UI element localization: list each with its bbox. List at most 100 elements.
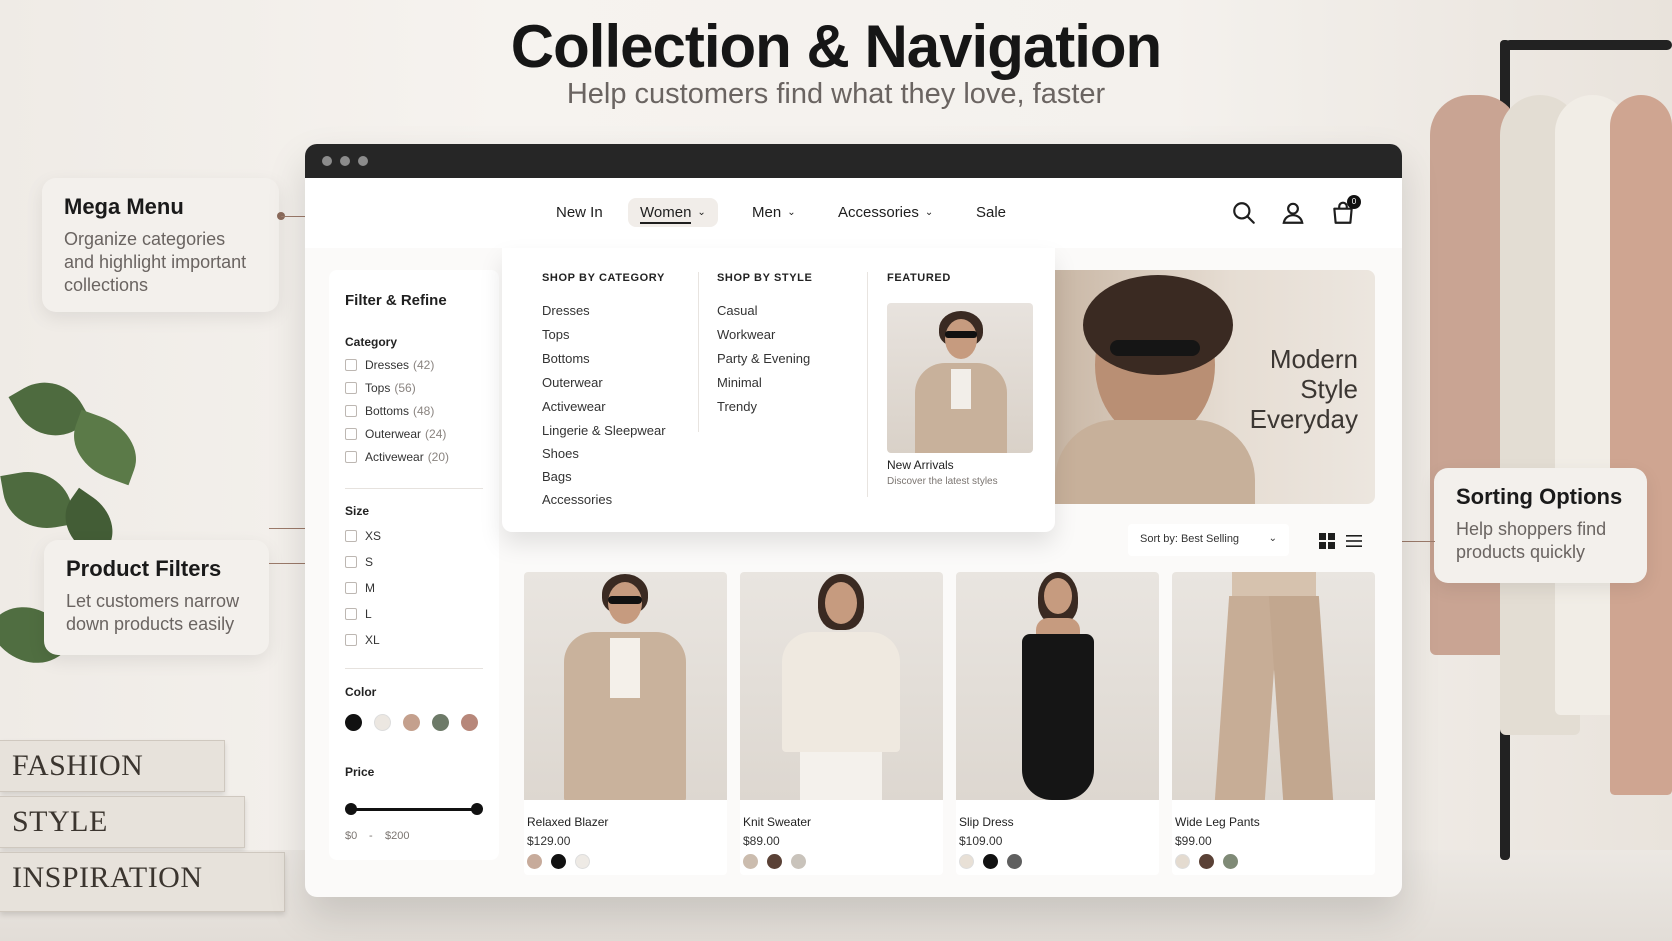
price-slider-track[interactable] <box>351 808 477 811</box>
checkbox[interactable] <box>345 451 357 463</box>
checkbox[interactable] <box>345 556 357 568</box>
window-dot[interactable] <box>322 156 332 166</box>
mega-menu-link[interactable]: Dresses <box>542 303 590 318</box>
product-color-swatch[interactable] <box>791 854 806 869</box>
checkbox[interactable] <box>345 582 357 594</box>
product-color-swatch[interactable] <box>1223 854 1238 869</box>
nav-item-accessories[interactable]: Accessories ⌄ <box>826 198 945 227</box>
price-slider-min-handle[interactable] <box>345 803 357 815</box>
filter-size-s[interactable]: S <box>345 555 373 569</box>
list-view-icon[interactable] <box>1345 532 1363 550</box>
color-swatch-black[interactable] <box>345 714 362 731</box>
nav-item-new-in[interactable]: New In <box>544 198 615 227</box>
mega-menu-link[interactable]: Trendy <box>717 399 757 414</box>
model-pants <box>800 752 882 800</box>
product-color-swatch[interactable] <box>1007 854 1022 869</box>
product-color-swatch[interactable] <box>551 854 566 869</box>
search-icon[interactable] <box>1231 200 1257 226</box>
color-swatch-rose[interactable] <box>461 714 478 731</box>
product-name[interactable]: Relaxed Blazer <box>527 815 608 829</box>
sort-select[interactable]: Sort by: Best Selling ⌄ <box>1128 524 1289 556</box>
price-slider-max-handle[interactable] <box>471 803 483 815</box>
banner-line: Everyday <box>1249 404 1358 434</box>
product-color-swatch[interactable] <box>1175 854 1190 869</box>
product-card[interactable]: Slip Dress $109.00 <box>956 572 1159 875</box>
product-price: $89.00 <box>743 834 780 848</box>
mega-menu-link[interactable]: Activewear <box>542 399 606 414</box>
window-dot[interactable] <box>358 156 368 166</box>
main-navigation: New In Women ⌄ Men ⌄ Accessories ⌄ Sale 0 <box>305 178 1402 248</box>
product-color-swatch[interactable] <box>575 854 590 869</box>
hero-banner[interactable]: Modern Style Everyday <box>1055 270 1375 504</box>
checkbox[interactable] <box>345 382 357 394</box>
mega-menu-link[interactable]: Workwear <box>717 327 775 342</box>
checkbox[interactable] <box>345 530 357 542</box>
product-color-swatch[interactable] <box>959 854 974 869</box>
filter-size-xs[interactable]: XS <box>345 529 381 543</box>
chevron-down-icon: ⌄ <box>697 207 706 218</box>
mega-menu-link[interactable]: Outerwear <box>542 375 603 390</box>
filter-option-tops[interactable]: Tops (56) <box>345 381 416 395</box>
callout-title: Sorting Options <box>1456 484 1623 509</box>
mega-menu-link[interactable]: Accessories <box>542 492 612 507</box>
nav-item-sale[interactable]: Sale <box>964 198 1018 227</box>
product-image[interactable] <box>1172 572 1375 800</box>
mega-menu-link[interactable]: Shoes <box>542 446 579 461</box>
grid-view-icon[interactable] <box>1318 532 1336 550</box>
product-name[interactable]: Slip Dress <box>959 815 1014 829</box>
mega-menu-link[interactable]: Casual <box>717 303 757 318</box>
checkbox[interactable] <box>345 359 357 371</box>
mega-menu-link[interactable]: Minimal <box>717 375 762 390</box>
color-swatch-sage[interactable] <box>432 714 449 731</box>
product-color-swatch[interactable] <box>743 854 758 869</box>
product-card[interactable]: Knit Sweater $89.00 <box>740 572 943 875</box>
color-swatch-cream[interactable] <box>374 714 391 731</box>
color-swatch-tan[interactable] <box>403 714 420 731</box>
product-color-swatch[interactable] <box>527 854 542 869</box>
filter-color-heading: Color <box>345 685 377 699</box>
product-image[interactable] <box>740 572 943 800</box>
checkbox[interactable] <box>345 428 357 440</box>
user-icon[interactable] <box>1280 200 1306 226</box>
mega-menu-link[interactable]: Tops <box>542 327 569 342</box>
product-color-swatch[interactable] <box>983 854 998 869</box>
featured-image[interactable] <box>887 303 1033 453</box>
hanging-garment <box>1555 95 1630 715</box>
banner-sunglasses <box>1110 340 1200 356</box>
filter-size-xl[interactable]: XL <box>345 633 380 647</box>
mega-menu-link[interactable]: Bottoms <box>542 351 590 366</box>
checkbox[interactable] <box>345 405 357 417</box>
product-card[interactable]: Relaxed Blazer $129.00 <box>524 572 727 875</box>
product-color-swatch[interactable] <box>1199 854 1214 869</box>
mega-menu-link[interactable]: Bags <box>542 469 572 484</box>
mega-menu-link[interactable]: Lingerie & Sleepwear <box>542 423 666 438</box>
filter-option-activewear[interactable]: Activewear (20) <box>345 450 449 464</box>
filter-size-m[interactable]: M <box>345 581 375 595</box>
product-name[interactable]: Wide Leg Pants <box>1175 815 1260 829</box>
chevron-down-icon: ⌄ <box>787 207 796 218</box>
filter-size-l[interactable]: L <box>345 607 372 621</box>
plant-leaf <box>0 464 75 536</box>
nav-item-women[interactable]: Women ⌄ <box>628 198 718 227</box>
product-price: $109.00 <box>959 834 1003 848</box>
product-image[interactable] <box>956 572 1159 800</box>
product-price: $99.00 <box>1175 834 1212 848</box>
product-card[interactable]: Wide Leg Pants $99.00 <box>1172 572 1375 875</box>
mega-menu-link[interactable]: Party & Evening <box>717 351 810 366</box>
nav-label: New In <box>556 204 603 221</box>
product-name[interactable]: Knit Sweater <box>743 815 811 829</box>
product-color-swatch[interactable] <box>767 854 782 869</box>
filter-option-outerwear[interactable]: Outerwear (24) <box>345 427 446 441</box>
callout-text: Organize categories and highlight import… <box>64 229 247 295</box>
checkbox[interactable] <box>345 608 357 620</box>
window-dot[interactable] <box>340 156 350 166</box>
checkbox[interactable] <box>345 634 357 646</box>
filter-option-count: (56) <box>394 381 416 395</box>
featured-title[interactable]: New Arrivals <box>887 458 954 472</box>
filter-option-bottoms[interactable]: Bottoms (48) <box>345 404 434 418</box>
filter-option-dresses[interactable]: Dresses (42) <box>345 358 434 372</box>
product-image[interactable] <box>524 572 727 800</box>
nav-item-men[interactable]: Men ⌄ <box>740 198 808 227</box>
cart-button[interactable]: 0 <box>1330 195 1361 226</box>
book-inspiration: INSPIRATION <box>0 852 285 912</box>
